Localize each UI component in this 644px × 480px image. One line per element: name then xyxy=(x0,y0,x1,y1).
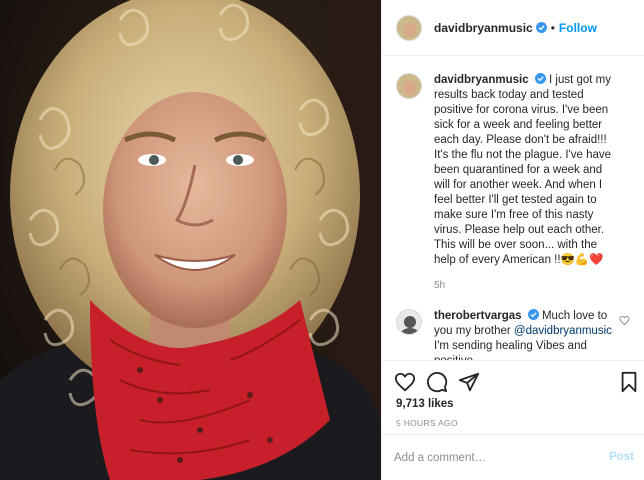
comment-icon[interactable] xyxy=(426,371,448,393)
verified-badge-icon xyxy=(527,309,539,320)
heart-icon[interactable] xyxy=(394,371,416,393)
comment-item: therobertvargas Much love to you my brot… xyxy=(382,293,644,360)
post-timestamp[interactable]: 5 HOURS AGO xyxy=(396,418,458,428)
caption-text: I just got my results back today and tes… xyxy=(434,74,612,266)
caption-body: davidbryanmusic I just got my results ba… xyxy=(434,73,619,293)
comments-list[interactable]: davidbryanmusic I just got my results ba… xyxy=(382,57,644,360)
header-separator: • xyxy=(550,20,555,35)
commenter-avatar[interactable] xyxy=(396,309,422,335)
follow-button[interactable]: Follow xyxy=(559,21,597,35)
post-photo[interactable] xyxy=(0,0,381,480)
comment-like-heart-icon[interactable] xyxy=(619,315,630,326)
comment-input[interactable] xyxy=(394,447,594,469)
verified-badge-icon xyxy=(534,73,546,84)
bookmark-icon[interactable] xyxy=(618,371,640,393)
add-comment-bar: Post xyxy=(382,434,644,480)
author-username[interactable]: davidbryanmusic xyxy=(434,21,533,35)
likes-count[interactable]: 9,713 likes xyxy=(396,398,454,410)
share-icon[interactable] xyxy=(458,371,480,393)
caption-username[interactable]: davidbryanmusic xyxy=(434,74,529,86)
post-comment-button[interactable]: Post xyxy=(609,451,634,463)
caption-avatar[interactable] xyxy=(396,73,422,99)
action-bar xyxy=(382,360,644,400)
post-header: davidbryanmusic • Follow xyxy=(382,0,644,56)
caption: davidbryanmusic I just got my results ba… xyxy=(382,57,644,293)
portrait-image xyxy=(0,0,381,480)
caption-timestamp[interactable]: 5h xyxy=(434,278,619,293)
commenter-username[interactable]: therobertvargas xyxy=(434,310,522,322)
post-side-panel: davidbryanmusic • Follow davidbryanmusic xyxy=(381,0,644,480)
comment-text-continued: I'm sending healing Vibes and positive xyxy=(434,340,587,360)
comment-mention-link[interactable]: @davidbryanmusic xyxy=(514,325,612,337)
verified-badge-icon xyxy=(535,22,547,33)
author-avatar[interactable] xyxy=(396,14,422,41)
comment-body: therobertvargas Much love to you my brot… xyxy=(434,309,619,360)
